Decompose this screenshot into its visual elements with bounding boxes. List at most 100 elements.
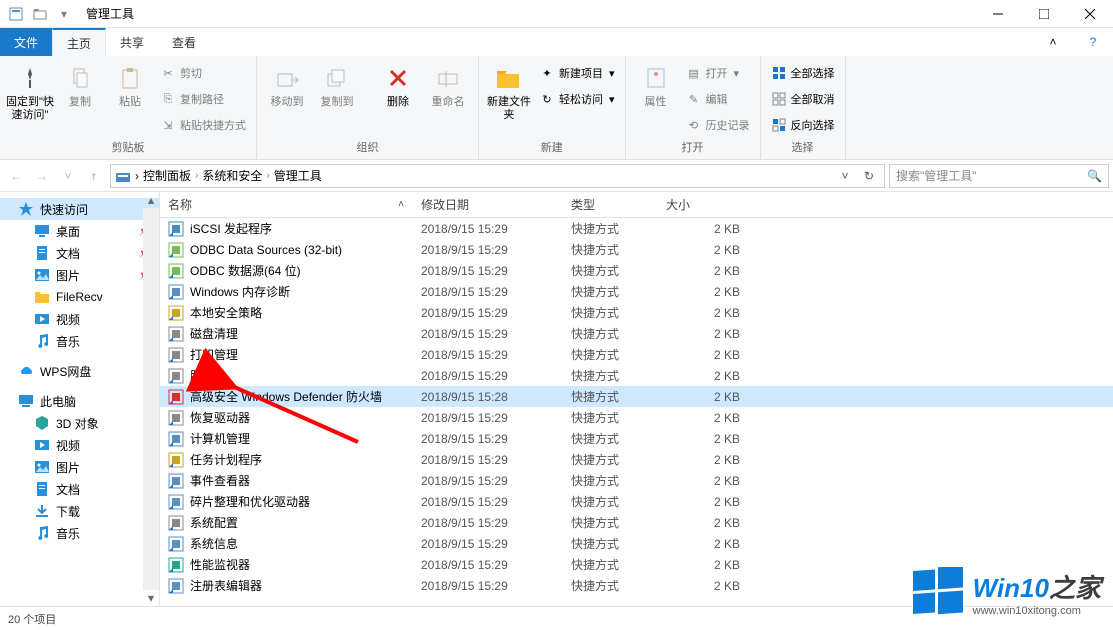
recent-button[interactable]: ˅ bbox=[56, 164, 80, 188]
watermark: Win10之家 www.win10xitong.com bbox=[913, 567, 1101, 617]
file-row[interactable]: 计算机管理2018/9/15 15:29快捷方式2 KB bbox=[160, 428, 1113, 449]
tree-item-文档[interactable]: 文档📌 bbox=[0, 242, 159, 264]
file-row[interactable]: 系统信息2018/9/15 15:29快捷方式2 KB bbox=[160, 533, 1113, 554]
easy-access-button[interactable]: ↻轻松访问▾ bbox=[535, 88, 619, 110]
tree-item-视频[interactable]: 视频 bbox=[0, 434, 159, 456]
tree-item-视频[interactable]: 视频 bbox=[0, 308, 159, 330]
copyto-button[interactable]: 复制到 bbox=[313, 58, 361, 109]
folder-icon bbox=[34, 289, 50, 305]
collapse-ribbon-button[interactable]: ˄ bbox=[1033, 28, 1073, 56]
invert-selection-button[interactable]: 反向选择 bbox=[767, 114, 839, 136]
group-open-label: 打开 bbox=[682, 137, 704, 157]
shortcut-icon bbox=[168, 431, 184, 447]
qat-dropdown-icon[interactable]: ▾ bbox=[54, 4, 74, 24]
tree-scrollbar[interactable]: ▴▾ bbox=[143, 192, 159, 606]
file-row[interactable]: ODBC 数据源(64 位)2018/9/15 15:29快捷方式2 KB bbox=[160, 260, 1113, 281]
windows-logo-icon bbox=[913, 567, 963, 617]
address-field[interactable]: › 控制面板› 系统和安全› 管理工具 ˅ ↻ bbox=[110, 164, 885, 188]
tree-item-图片[interactable]: 图片📌 bbox=[0, 264, 159, 286]
shortcut-icon bbox=[168, 410, 184, 426]
addr-dropdown-button[interactable]: ˅ bbox=[834, 165, 856, 187]
tree-item-WPS网盘[interactable]: WPS网盘 bbox=[0, 360, 159, 382]
back-button[interactable]: ← bbox=[4, 164, 28, 188]
tab-view[interactable]: 查看 bbox=[158, 28, 210, 56]
file-row[interactable]: 磁盘清理2018/9/15 15:29快捷方式2 KB bbox=[160, 323, 1113, 344]
select-none-button[interactable]: 全部取消 bbox=[767, 88, 839, 110]
minimize-button[interactable] bbox=[975, 0, 1021, 28]
tree-item-音乐[interactable]: 音乐 bbox=[0, 522, 159, 544]
file-row[interactable]: ODBC Data Sources (32-bit)2018/9/15 15:2… bbox=[160, 239, 1113, 260]
new-item-button[interactable]: ✦新建项目▾ bbox=[535, 62, 619, 84]
file-row[interactable]: 打印管理2018/9/15 15:29快捷方式2 KB bbox=[160, 344, 1113, 365]
tree-item-3D 对象[interactable]: 3D 对象 bbox=[0, 412, 159, 434]
group-clipboard-label: 剪贴板 bbox=[112, 137, 145, 157]
select-all-button[interactable]: 全部选择 bbox=[767, 62, 839, 84]
tree-item-桌面[interactable]: 桌面📌 bbox=[0, 220, 159, 242]
copy-path-button[interactable]: ⎘复制路径 bbox=[156, 88, 250, 110]
help-button[interactable]: ? bbox=[1073, 28, 1113, 56]
column-headers[interactable]: 名称˄ 修改日期 类型 大小 bbox=[160, 192, 1113, 218]
tab-share[interactable]: 共享 bbox=[106, 28, 158, 56]
refresh-button[interactable]: ↻ bbox=[858, 165, 880, 187]
col-type[interactable]: 类型 bbox=[563, 196, 658, 213]
history-button[interactable]: ⟲历史记录 bbox=[682, 114, 754, 136]
copy-button[interactable]: 复制 bbox=[56, 58, 104, 109]
maximize-button[interactable] bbox=[1021, 0, 1067, 28]
search-icon: 🔍 bbox=[1087, 169, 1102, 183]
tree-item-FileRecv[interactable]: FileRecv bbox=[0, 286, 159, 308]
col-date[interactable]: 修改日期 bbox=[413, 196, 563, 213]
shortcut-icon bbox=[168, 347, 184, 363]
tree-item-快速访问[interactable]: 快速访问 bbox=[0, 198, 159, 220]
open-button[interactable]: ▤打开▾ bbox=[682, 62, 754, 84]
search-input[interactable]: 搜索"管理工具" 🔍 bbox=[889, 164, 1109, 188]
cut-button[interactable]: ✂剪切 bbox=[156, 62, 250, 84]
tree-item-音乐[interactable]: 音乐 bbox=[0, 330, 159, 352]
col-size[interactable]: 大小 bbox=[658, 196, 743, 213]
close-button[interactable] bbox=[1067, 0, 1113, 28]
shortcut-icon bbox=[168, 305, 184, 321]
tab-file[interactable]: 文件 bbox=[0, 28, 52, 56]
ribbon-tabs: 文件 主页 共享 查看 ˄ ? bbox=[0, 28, 1113, 56]
qat-newfolder-icon[interactable] bbox=[30, 4, 50, 24]
file-row[interactable]: 本地安全策略2018/9/15 15:29快捷方式2 KB bbox=[160, 302, 1113, 323]
delete-button[interactable]: 删除 bbox=[374, 58, 422, 109]
paste-icon bbox=[114, 62, 146, 94]
invert-icon bbox=[771, 117, 787, 133]
crumb-2[interactable]: 管理工具 bbox=[274, 167, 322, 184]
tree-item-下载[interactable]: 下载 bbox=[0, 500, 159, 522]
up-button[interactable]: ↑ bbox=[82, 164, 106, 188]
new-folder-button[interactable]: 新建文件夹 bbox=[485, 58, 533, 122]
qat-properties-icon[interactable] bbox=[6, 4, 26, 24]
status-text: 20 个项目 bbox=[8, 611, 56, 627]
crumb-1[interactable]: 系统和安全› bbox=[202, 167, 269, 184]
forward-button[interactable]: → bbox=[30, 164, 54, 188]
paste-button[interactable]: 粘贴 bbox=[106, 58, 154, 109]
navigation-tree[interactable]: 快速访问桌面📌文档📌图片📌FileRecv视频音乐WPS网盘此电脑3D 对象视频… bbox=[0, 192, 160, 606]
group-select-label: 选择 bbox=[792, 137, 814, 157]
file-row[interactable]: 高级安全 Windows Defender 防火墙2018/9/15 15:28… bbox=[160, 386, 1113, 407]
crumb-0[interactable]: 控制面板› bbox=[143, 167, 198, 184]
copy-icon bbox=[64, 62, 96, 94]
file-row[interactable]: 事件查看器2018/9/15 15:29快捷方式2 KB bbox=[160, 470, 1113, 491]
file-row[interactable]: 服务2018/9/15 15:29快捷方式2 KB bbox=[160, 365, 1113, 386]
tree-item-此电脑[interactable]: 此电脑 bbox=[0, 390, 159, 412]
file-row[interactable]: 任务计划程序2018/9/15 15:29快捷方式2 KB bbox=[160, 449, 1113, 470]
moveto-button[interactable]: 移动到 bbox=[263, 58, 311, 109]
tree-item-文档[interactable]: 文档 bbox=[0, 478, 159, 500]
tab-home[interactable]: 主页 bbox=[52, 28, 106, 56]
rename-button[interactable]: 重命名 bbox=[424, 58, 472, 109]
paste-shortcut-button[interactable]: ⇲粘贴快捷方式 bbox=[156, 114, 250, 136]
properties-button[interactable]: 属性 bbox=[632, 58, 680, 109]
col-name[interactable]: 名称˄ bbox=[160, 196, 413, 213]
file-row[interactable]: 恢复驱动器2018/9/15 15:29快捷方式2 KB bbox=[160, 407, 1113, 428]
edit-button[interactable]: ✎编辑 bbox=[682, 88, 754, 110]
moveto-icon bbox=[271, 62, 303, 94]
file-row[interactable]: 系统配置2018/9/15 15:29快捷方式2 KB bbox=[160, 512, 1113, 533]
tree-item-图片[interactable]: 图片 bbox=[0, 456, 159, 478]
copyto-icon bbox=[321, 62, 353, 94]
file-row[interactable]: iSCSI 发起程序2018/9/15 15:29快捷方式2 KB bbox=[160, 218, 1113, 239]
new-folder-icon bbox=[493, 62, 525, 94]
pin-quickaccess-button[interactable]: 固定到"快速访问" bbox=[6, 58, 54, 122]
file-row[interactable]: Windows 内存诊断2018/9/15 15:29快捷方式2 KB bbox=[160, 281, 1113, 302]
file-row[interactable]: 碎片整理和优化驱动器2018/9/15 15:29快捷方式2 KB bbox=[160, 491, 1113, 512]
